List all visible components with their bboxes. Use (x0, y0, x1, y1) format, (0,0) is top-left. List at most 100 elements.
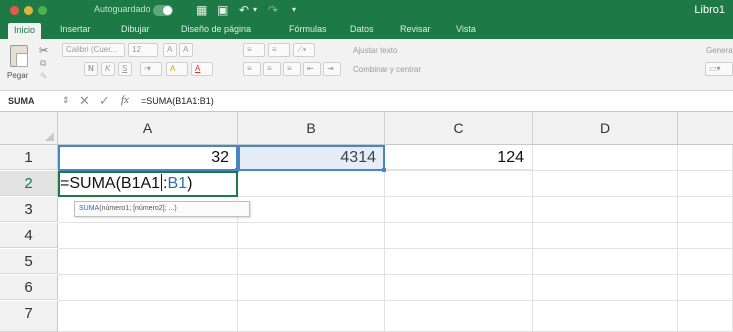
italic-button[interactable]: K (101, 62, 115, 76)
tab-diseno-de-pagina[interactable]: Diseño de página (181, 24, 251, 34)
column-header-c[interactable]: C (385, 112, 533, 145)
tab-revisar[interactable]: Revisar (400, 24, 431, 34)
align-left-button[interactable]: ≡ (243, 62, 261, 76)
cell-b7-bg[interactable] (238, 301, 385, 332)
paste-button-label[interactable]: Pegar (7, 71, 28, 80)
cell-e2-bg[interactable] (678, 171, 733, 197)
cell-d3-bg[interactable] (533, 197, 678, 223)
cell-b6-bg[interactable] (238, 275, 385, 301)
increase-indent-button[interactable]: ⇥ (323, 62, 341, 76)
cell-e1-bg[interactable] (678, 145, 733, 171)
font-name-select[interactable]: Calibri (Cuer... (62, 43, 125, 57)
cell-d6-bg[interactable] (533, 275, 678, 301)
tooltip-function-name[interactable]: SUMA (79, 205, 99, 212)
font-color-button[interactable]: A (191, 62, 213, 76)
cell-e3-bg[interactable] (678, 197, 733, 223)
copy-icon[interactable]: ⧉ (40, 58, 46, 69)
cancel-icon[interactable]: ✕ (79, 93, 90, 109)
insert-function-icon[interactable]: fx (121, 94, 129, 106)
row-header-2[interactable]: 2 (0, 171, 58, 196)
tab-inicio[interactable]: Inicio (8, 23, 42, 39)
cut-icon[interactable]: ✂ (39, 44, 48, 57)
wrap-text-button[interactable]: Ajustar texto (353, 46, 397, 55)
bold-button[interactable]: N (84, 62, 98, 76)
cell-a5-bg[interactable] (58, 249, 238, 275)
cell-d2-bg[interactable] (533, 171, 678, 197)
borders-button[interactable]: ▫▾ (140, 62, 162, 76)
cell-e5-bg[interactable] (678, 249, 733, 275)
name-box[interactable]: SUMA (8, 96, 35, 106)
autosave-toggle[interactable] (153, 5, 173, 16)
redo-icon: ↷ (268, 3, 279, 17)
cell-c5-bg[interactable] (385, 249, 533, 275)
grow-font-button[interactable]: A (163, 43, 177, 57)
home-icon[interactable]: ▦ (196, 3, 207, 17)
undo-dropdown-icon[interactable]: ▾ (253, 3, 257, 17)
minimize-window-button[interactable] (24, 6, 33, 15)
align-center-button[interactable]: ≡ (263, 62, 281, 76)
cell-c3-bg[interactable] (385, 197, 533, 223)
enter-checkmark-icon[interactable]: ✓ (99, 93, 110, 109)
column-header-a[interactable]: A (58, 112, 238, 145)
column-header-e[interactable] (678, 112, 733, 145)
format-painter-icon[interactable]: ✎ (40, 71, 48, 82)
merge-center-button[interactable]: Combinar y centrar (353, 65, 421, 74)
row-header-1[interactable]: 1 (0, 145, 58, 170)
cell-e4-bg[interactable] (678, 223, 733, 249)
ribbon-home: Pegar ✂ ⧉ ✎ Calibri (Cuer... 12 A A N K … (0, 39, 733, 91)
function-tooltip[interactable]: SUMA(número1; [número2]; ...) (74, 201, 250, 217)
select-all-corner[interactable] (0, 112, 58, 145)
cell-c1[interactable]: 124 (385, 145, 533, 170)
tab-datos[interactable]: Datos (350, 24, 374, 34)
cell-d5-bg[interactable] (533, 249, 678, 275)
cell-b3-bg[interactable] (238, 197, 385, 223)
column-header-b[interactable]: B (238, 112, 385, 145)
cell-e7-bg[interactable] (678, 301, 733, 332)
row-header-3[interactable]: 3 (0, 197, 58, 222)
customize-toolbar-icon[interactable]: ▾ (292, 3, 296, 17)
row-header-5[interactable]: 5 (0, 249, 58, 274)
formula-bar: SUMA ⇕ ✕ ✓ fx =SUMA(B1A1:B1) (0, 91, 733, 112)
cell-b5-bg[interactable] (238, 249, 385, 275)
align-right-button[interactable]: ≡ (283, 62, 301, 76)
decrease-indent-button[interactable]: ⇤ (303, 62, 321, 76)
zoom-window-button[interactable] (38, 6, 47, 15)
in-cell-formula[interactable]: =SUMA(B1A1:B1) (60, 171, 192, 197)
cell-c4-bg[interactable] (385, 223, 533, 249)
tab-insertar[interactable]: Insertar (60, 24, 91, 34)
cell-a6-bg[interactable] (58, 275, 238, 301)
tab-vista[interactable]: Vista (456, 24, 476, 34)
shrink-font-button[interactable]: A (179, 43, 193, 57)
name-box-dropdown-icon[interactable]: ⇕ (62, 95, 70, 106)
save-icon[interactable]: ▣ (217, 3, 228, 17)
close-window-button[interactable] (10, 6, 19, 15)
cell-c7-bg[interactable] (385, 301, 533, 332)
paste-icon[interactable] (10, 45, 28, 67)
font-size-select[interactable]: 12 (128, 43, 158, 57)
fill-color-button[interactable]: A (166, 62, 188, 76)
formula-input[interactable]: =SUMA(B1A1:B1) (141, 96, 214, 106)
row-header-7[interactable]: 7 (0, 301, 58, 332)
cell-b2-bg[interactable] (238, 171, 385, 197)
cell-d7-bg[interactable] (533, 301, 678, 332)
number-format-select[interactable]: Genera (706, 46, 733, 55)
cell-c6-bg[interactable] (385, 275, 533, 301)
undo-icon[interactable]: ↶ (239, 3, 249, 17)
cell-b4-bg[interactable] (238, 223, 385, 249)
cell-d1-bg[interactable] (533, 145, 678, 171)
cell-c2-bg[interactable] (385, 171, 533, 197)
column-header-d[interactable]: D (533, 112, 678, 145)
cell-e6-bg[interactable] (678, 275, 733, 301)
tab-dibujar[interactable]: Dibujar (121, 24, 150, 34)
align-middle-button[interactable]: ≡ (268, 43, 290, 57)
accounting-format-button[interactable]: ▭▾ (705, 62, 733, 76)
cell-a4-bg[interactable] (58, 223, 238, 249)
orientation-button[interactable]: ⟋▾ (293, 43, 315, 57)
underline-button[interactable]: S (118, 62, 132, 76)
row-header-6[interactable]: 6 (0, 275, 58, 300)
align-top-button[interactable]: ≡ (243, 43, 265, 57)
cell-d4-bg[interactable] (533, 223, 678, 249)
tab-formulas[interactable]: Fórmulas (289, 24, 327, 34)
cell-a7-bg[interactable] (58, 301, 238, 332)
row-header-4[interactable]: 4 (0, 223, 58, 248)
